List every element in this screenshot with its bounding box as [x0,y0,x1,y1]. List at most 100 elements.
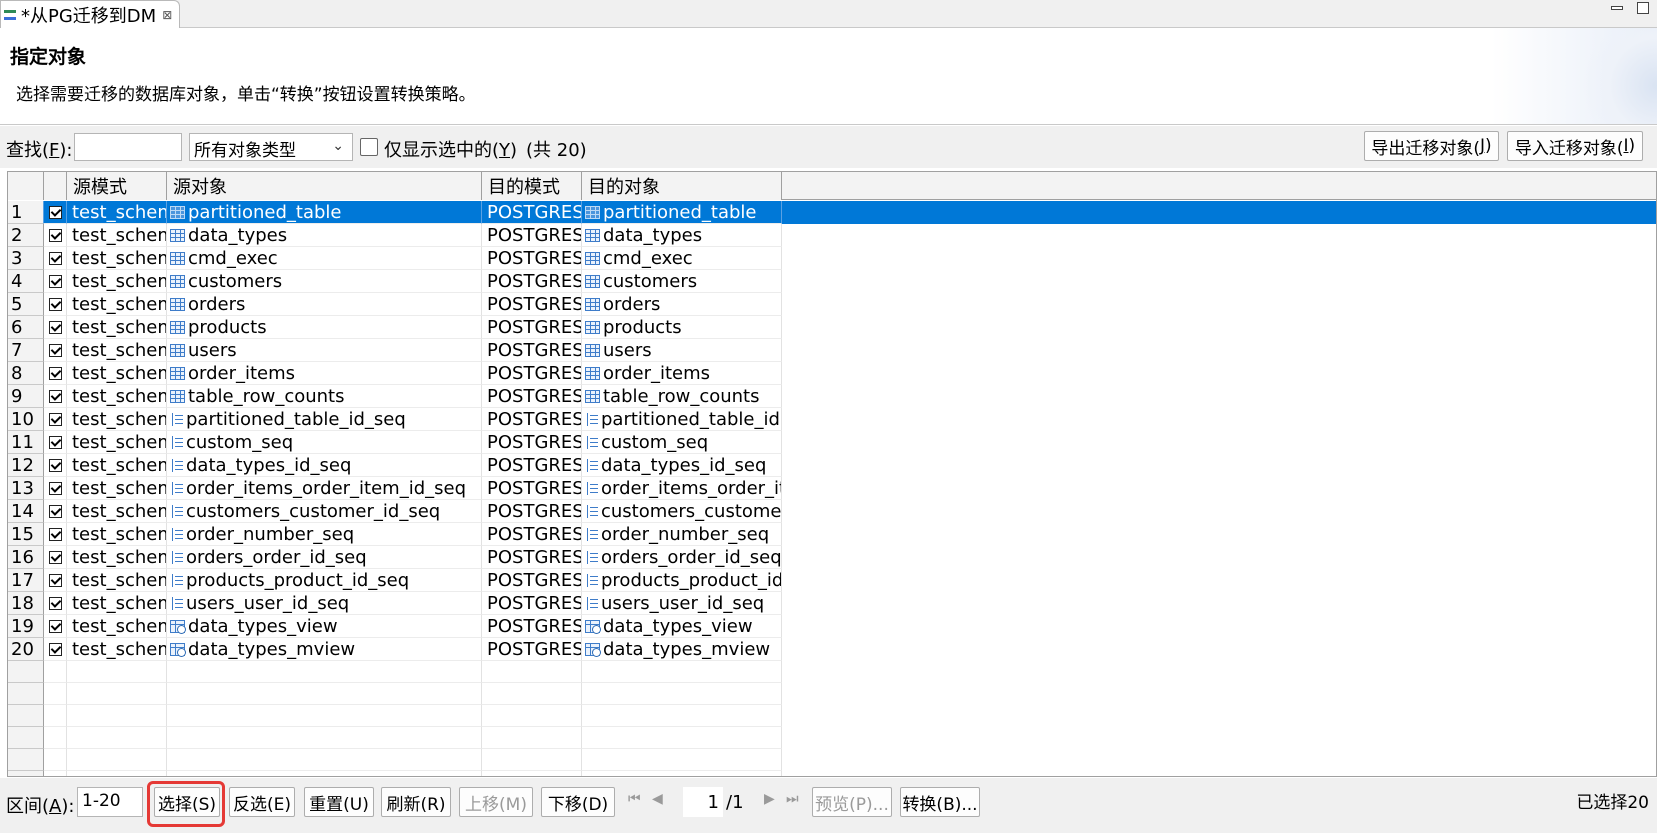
page-input[interactable]: 1 [683,787,723,817]
row-checkbox[interactable] [44,500,67,523]
first-page-icon[interactable]: ⏮ [628,791,641,807]
search-input[interactable] [74,133,182,161]
row-checkbox[interactable] [44,408,67,431]
row-checkbox[interactable] [44,569,67,592]
src-schema-text: test_schem [72,339,167,361]
src-schema-cell: test_schem [67,500,167,523]
table-row[interactable]: 17 test_schem products_product_id_seq POSTG… [8,569,1656,592]
table-row[interactable]: 9 test_schem table_row_counts POSTGRES table… [8,385,1656,408]
next-page-icon[interactable]: ▶ [764,791,775,807]
object-type-select[interactable]: 所有对象类型 ⌄ [189,133,353,161]
src-object-cell: orders_order_id_seq [167,546,482,569]
row-number: 18 [8,592,44,615]
table-row[interactable]: 3 test_schem cmd_exec POSTGRES cmd_exec [8,247,1656,270]
close-icon[interactable]: ⊠ [162,8,172,22]
table-row[interactable]: 10 test_schem partitioned_table_id_seq POST… [8,408,1656,431]
table-row[interactable]: 15 test_schem order_number_seq POSTGRES orde… [8,523,1656,546]
range-input[interactable]: 1-20 [77,787,143,817]
src-schema-cell: test_schem [67,454,167,477]
dst-schema-text: POSTGRES [487,362,582,384]
prev-page-icon[interactable]: ◀ [652,791,663,807]
src-schema-text: test_schem [72,201,167,223]
row-checkbox[interactable] [44,270,67,293]
export-objects-button[interactable]: 导出迁移对象(J) [1364,131,1499,161]
select-button[interactable]: 选择(S) [154,787,220,817]
dst-object-text: order_items [603,362,711,384]
sequence-icon [170,435,183,449]
row-checkbox[interactable] [44,638,67,661]
move-up-button[interactable]: 上移(M) [459,787,533,817]
src-schema-text: test_schem [72,247,167,269]
src-schema-cell: test_schem [67,339,167,362]
move-down-button[interactable]: 下移(D) [541,787,615,817]
table-row[interactable]: 1 test_schem partitioned_table POSTGRES part… [8,201,1656,224]
empty-cell [582,749,782,771]
row-checkbox[interactable] [44,431,67,454]
table-row[interactable]: 5 test_schem orders POSTGRES orders [8,293,1656,316]
table-row[interactable]: 4 test_schem customers POSTGRES customers [8,270,1656,293]
row-checkbox[interactable] [44,523,67,546]
row-checkbox[interactable] [44,454,67,477]
row-checkbox[interactable] [44,247,67,270]
reset-button[interactable]: 重置(U) [304,787,374,817]
table-row[interactable]: 14 test_schem customers_customer_id_seq POS… [8,500,1656,523]
table-row[interactable]: 7 test_schem users POSTGRES users [8,339,1656,362]
dst-schema-cell: POSTGRES [482,569,582,592]
dst-object-cell: users_user_id_seq [582,592,782,615]
minimize-icon[interactable] [1611,6,1623,10]
column-src-object[interactable]: 源对象 [167,172,482,200]
import-objects-button[interactable]: 导入迁移对象(I) [1507,131,1643,161]
empty-cell [44,749,67,771]
convert-button[interactable]: 转换(B)... [900,787,980,817]
row-checkbox[interactable] [44,477,67,500]
table-row[interactable]: 19 test_schem data_types_view POSTGRES data_… [8,615,1656,638]
src-object-cell: order_items_order_item_id_seq [167,477,482,500]
row-checkbox[interactable] [44,615,67,638]
row-checkbox[interactable] [44,201,67,224]
table-row[interactable]: 2 test_schem data_types POSTGRES data_types [8,224,1656,247]
src-schema-cell: test_schem [67,408,167,431]
table-row[interactable]: 20 test_schem data_types_mview POSTGRES data… [8,638,1656,661]
table-row[interactable]: 8 test_schem order_items POSTGRES order_item… [8,362,1656,385]
row-number: 20 [8,638,44,661]
row-checkbox[interactable] [44,316,67,339]
column-src-schema[interactable]: 源模式 [67,172,167,200]
maximize-icon[interactable] [1637,2,1649,14]
empty-cell [67,661,167,683]
src-object-text: partitioned_table [188,201,342,223]
row-checkbox[interactable] [44,339,67,362]
row-checkbox[interactable] [44,546,67,569]
invert-selection-button[interactable]: 反选(E) [229,787,295,817]
refresh-button[interactable]: 刷新(R) [381,787,451,817]
row-number: 19 [8,615,44,638]
check-header[interactable] [44,172,67,200]
preview-button[interactable]: 预览(P)... [812,787,892,817]
only-selected-checkbox[interactable] [360,138,378,156]
src-schema-cell: test_schem [67,293,167,316]
tab-migration[interactable]: *从PG迁移到DM ⊠ [0,0,180,28]
column-dst-object[interactable]: 目的对象 [582,172,782,200]
empty-cell [167,771,482,776]
page-total: /1 [726,792,744,813]
src-object-text: orders_order_id_seq [186,546,367,568]
column-dst-schema[interactable]: 目的模式 [482,172,582,200]
table-row[interactable]: 11 test_schem custom_seq POSTGRES custom_seq [8,431,1656,454]
last-page-icon[interactable]: ⏭ [786,791,799,807]
dst-schema-cell: POSTGRES [482,523,582,546]
migrate-icon [3,7,19,23]
dst-schema-cell: POSTGRES [482,615,582,638]
row-checkbox[interactable] [44,362,67,385]
row-number: 2 [8,224,44,247]
row-checkbox[interactable] [44,592,67,615]
table-row[interactable]: 6 test_schem products POSTGRES products [8,316,1656,339]
src-schema-text: test_schem [72,569,167,591]
row-checkbox[interactable] [44,293,67,316]
table-row[interactable]: 16 test_schem orders_order_id_seq POSTGRES o… [8,546,1656,569]
row-checkbox[interactable] [44,224,67,247]
table-row[interactable]: 12 test_schem data_types_id_seq POSTGRES dat… [8,454,1656,477]
table-row[interactable]: 18 test_schem users_user_id_seq POSTGRES use… [8,592,1656,615]
table-row[interactable]: 13 test_schem order_items_order_item_id_se… [8,477,1656,500]
row-checkbox[interactable] [44,385,67,408]
empty-cell [67,683,167,705]
src-schema-cell: test_schem [67,431,167,454]
